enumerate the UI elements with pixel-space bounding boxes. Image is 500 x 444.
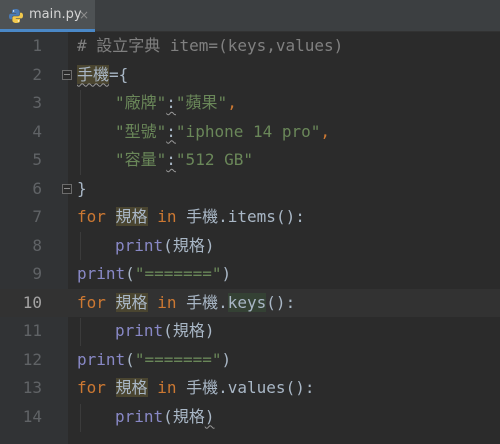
builtin-token: print (115, 406, 164, 426)
builtin-token: print (115, 321, 164, 340)
string-token: "廠牌" (115, 93, 167, 112)
string-token: "512 GB" (175, 150, 253, 169)
line-number: 1 (32, 36, 42, 55)
line-code: "型號":"iphone 14 pro", (115, 118, 330, 147)
line-code: "廠牌":"蘋果", (115, 89, 237, 118)
line-number: 8 (32, 235, 42, 255)
keyword-token: in (157, 292, 177, 312)
keyword-token: for (77, 207, 106, 226)
line-code: "容量":"512 GB" (115, 146, 253, 175)
variable-token: 規格 (172, 321, 205, 340)
line-number: 11 (22, 321, 42, 340)
string-token: "容量" (115, 150, 167, 169)
method-token: keys (227, 292, 267, 312)
code-line[interactable]: 1 # 設立字典 item=(keys,values) (0, 32, 500, 61)
code-line[interactable]: 12 print("=======") (0, 346, 500, 375)
code-line-current[interactable]: 10 for 規格 in 手機.keys(): (0, 288, 500, 317)
code-line[interactable]: 9 print("=======") (0, 260, 500, 289)
line-code: print(規格) (115, 235, 215, 255)
line-number: 5 (32, 150, 42, 169)
line-number: 3 (32, 93, 42, 112)
line-number: 7 (32, 207, 42, 226)
fold-toggle-icon[interactable] (62, 183, 72, 194)
line-code: 手機={ (77, 61, 128, 90)
code-line[interactable]: 14 print(規格) (0, 403, 500, 432)
string-token: "iphone 14 pro" (175, 121, 321, 141)
code-line[interactable]: 13 for 規格 in 手機.values(): (0, 374, 500, 403)
line-code: for 規格 in 手機.keys(): (77, 292, 296, 312)
colon-token: : (166, 121, 176, 141)
variable-token: 規格 (115, 207, 148, 226)
string-token: "=======" (134, 264, 222, 283)
line-code: for 規格 in 手機.values(): (77, 378, 315, 397)
string-token: "蘋果" (175, 93, 228, 112)
code-line[interactable]: 4 "型號":"iphone 14 pro", (0, 118, 500, 147)
keyword-token: in (157, 378, 177, 397)
code-line[interactable]: 5 "容量":"512 GB" (0, 146, 500, 175)
method-token: items (227, 207, 276, 226)
code-line[interactable]: 11 print(規格) (0, 317, 500, 346)
line-number: 12 (22, 349, 42, 369)
line-code: print("=======") (77, 349, 232, 369)
line-number: 2 (32, 64, 42, 84)
code-line[interactable]: 6 } (0, 175, 500, 204)
variable-token: 規格 (172, 406, 205, 426)
editor-tab-bar: main.py × (0, 0, 500, 32)
code-line[interactable]: 2 手機={ (0, 61, 500, 90)
line-number: 9 (32, 264, 42, 283)
line-number: 13 (22, 378, 42, 397)
variable-token: 規格 (115, 378, 148, 397)
code-line[interactable]: 8 print(規格) (0, 232, 500, 261)
line-code: print(規格) (115, 321, 215, 340)
comment: # 設立字典 item=(keys,values) (77, 36, 344, 55)
paren-token: ) (204, 406, 215, 426)
keyword-token: for (77, 378, 106, 397)
builtin-token: print (77, 264, 126, 283)
colon-token: : (166, 93, 176, 112)
string-token: "=======" (134, 349, 222, 369)
line-code: print("=======") (77, 264, 232, 283)
keyword-token: in (157, 207, 177, 226)
comma-token: , (227, 93, 237, 112)
tab-main-py[interactable]: main.py × (0, 0, 95, 32)
variable-token: 手機 (186, 207, 219, 226)
tab-filename: main.py (29, 7, 82, 22)
comma-token: , (320, 121, 331, 141)
line-number: 6 (32, 178, 42, 198)
variable-token: 規格 (115, 292, 148, 312)
builtin-token: print (115, 235, 164, 255)
line-number-current: 10 (22, 292, 42, 312)
line-number: 14 (22, 406, 42, 426)
python-file-icon (9, 9, 23, 23)
line-code: for 規格 in 手機.items(): (77, 207, 305, 226)
string-token: "型號" (115, 121, 167, 141)
code-line[interactable]: 3 "廠牌":"蘋果", (0, 89, 500, 118)
line-code: # 設立字典 item=(keys,values) (77, 32, 343, 61)
variable-token: 手機 (186, 378, 219, 397)
code-line[interactable]: 7 for 規格 in 手機.items(): (0, 203, 500, 232)
keyword-token: for (77, 292, 106, 312)
variable-token: 手機 (77, 64, 110, 84)
variable-token: 手機 (186, 292, 219, 312)
fold-toggle-icon[interactable] (62, 69, 72, 80)
operator-token: ={ (109, 64, 129, 84)
colon-token: : (166, 150, 176, 169)
line-code: print(規格) (115, 406, 215, 426)
line-number: 4 (32, 121, 42, 141)
method-token: values (227, 378, 286, 397)
close-tab-icon[interactable]: × (79, 7, 89, 23)
builtin-token: print (77, 349, 126, 369)
variable-token: 規格 (172, 235, 205, 255)
brace-token: } (77, 178, 87, 198)
line-code: } (77, 175, 87, 204)
